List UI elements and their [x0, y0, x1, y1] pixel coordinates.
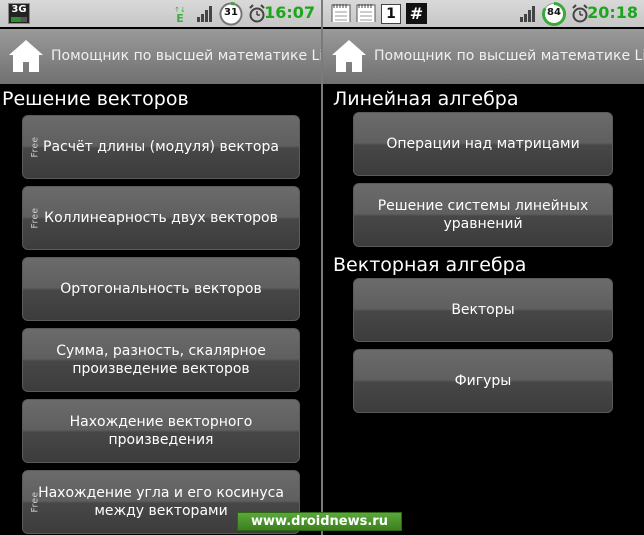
vector-collinearity-button[interactable]: Free Коллинеарность двух векторов [22, 186, 300, 250]
battery-icon: 84 [542, 2, 566, 26]
status-bar: 1 # 84 20:18 [323, 0, 644, 27]
svg-text:E: E [176, 12, 184, 23]
signal-icon [197, 6, 212, 22]
vector-orthogonality-button[interactable]: Ортогональность векторов [22, 257, 300, 321]
app-title-bar: Помощник по высшей математике Lite [323, 29, 644, 84]
calendar-notification-icon: 1 [381, 4, 401, 24]
linear-system-button[interactable]: Решение системы линейных уравнений [353, 183, 613, 247]
button-label: Нахождение векторного произведения [69, 414, 253, 448]
home-icon[interactable] [330, 37, 368, 75]
data-activity-icon: ↑↓ E [174, 6, 186, 23]
matrix-operations-button[interactable]: Операции над матрицами [353, 112, 613, 176]
vector-cross-product-button[interactable]: Нахождение векторного произведения [22, 399, 300, 463]
app-title: Помощник по высшей математике Lite [374, 48, 644, 64]
section-title-vectors: Решение векторов [2, 88, 189, 110]
clock: 20:18 [587, 3, 638, 22]
button-label: Ортогональность векторов [60, 281, 262, 297]
button-label: Коллинеарность двух векторов [44, 210, 278, 226]
battery-icon: 31 [219, 2, 243, 26]
signal-icon [520, 6, 535, 22]
button-label: Расчёт длины (модуля) вектора [43, 139, 279, 155]
button-label: Фигуры [454, 373, 512, 389]
free-badge: Free [30, 136, 41, 158]
free-badge: Free [30, 207, 41, 229]
section-title-vector-algebra: Векторная алгебра [333, 254, 527, 276]
app-title-bar: Помощник по высшей математике Lite [0, 29, 321, 84]
app-title: Помощник по высшей математике Lite [51, 48, 321, 64]
button-label: Сумма, разность, скалярное произведение … [56, 343, 266, 377]
right-screen: 1 # 84 20:18 Помощник по высшей математи… [323, 0, 644, 535]
home-icon[interactable] [7, 37, 45, 75]
button-label: Векторы [451, 302, 515, 318]
network-3g-icon: 3G [8, 3, 30, 24]
free-badge: Free [30, 491, 41, 513]
figures-button[interactable]: Фигуры [353, 349, 613, 413]
hash-notification-icon: # [406, 3, 427, 24]
status-bar: 3G ↑↓ E 31 16:07 [0, 0, 321, 27]
notepad-notification-icon [331, 4, 351, 22]
button-label: Операции над матрицами [386, 136, 580, 152]
vectors-button[interactable]: Векторы [353, 278, 613, 342]
button-label: Решение системы линейных уравнений [377, 198, 589, 232]
vector-sum-difference-button[interactable]: Сумма, разность, скалярное произведение … [22, 328, 300, 392]
watermark: www.droidnews.ru [237, 512, 402, 531]
clock: 16:07 [264, 3, 315, 22]
left-screen: 3G ↑↓ E 31 16:07 Помощник по высшей мате… [0, 0, 321, 535]
vector-length-button[interactable]: Free Расчёт длины (модуля) вектора [22, 115, 300, 179]
notepad-notification-icon [356, 4, 376, 22]
section-title-linear-algebra: Линейная алгебра [333, 88, 519, 110]
